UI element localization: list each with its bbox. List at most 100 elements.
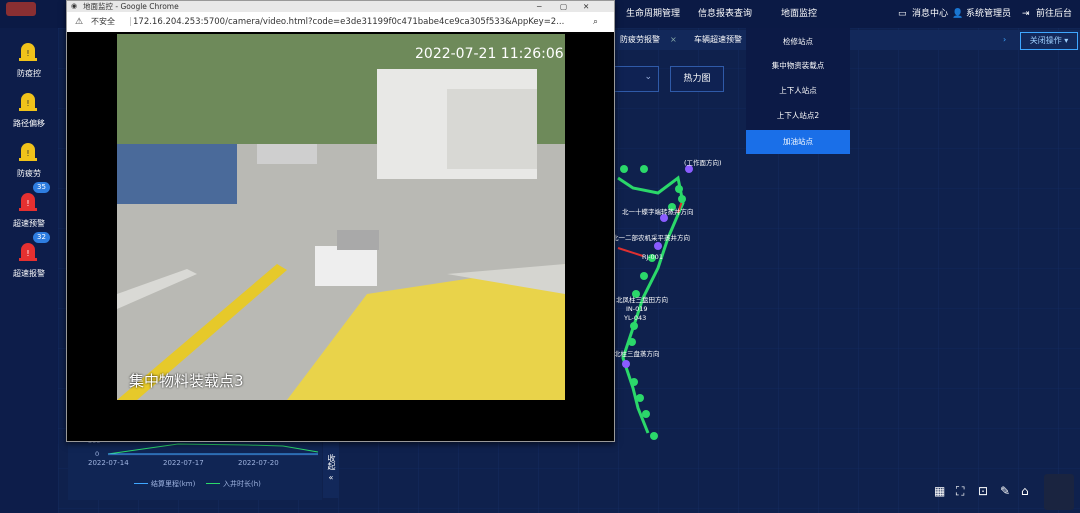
route-label: 北一十蝶字端转蒸井方向 <box>622 208 694 216</box>
sidebar-item-label: 防疲劳 <box>17 169 41 178</box>
message-center-link[interactable]: 消息中心 <box>912 0 948 28</box>
dropdown-item-repair-station[interactable]: 检修站点 <box>746 30 850 54</box>
alarm-light-icon: ! <box>19 193 37 211</box>
message-icon[interactable]: ▭ <box>898 0 907 28</box>
nav-ground-monitor[interactable]: 地面监控 <box>781 0 817 28</box>
ruler-icon[interactable]: ✎ <box>1000 484 1010 498</box>
url-text[interactable]: 172.16.204.253:5700/camera/video.html?co… <box>133 12 564 32</box>
fullscreen-icon[interactable]: ⛶ <box>956 484 964 499</box>
vehicle-marker[interactable] <box>654 242 662 250</box>
close-icon[interactable]: ✕ <box>583 1 589 12</box>
alarm-light-icon: ! <box>19 93 37 111</box>
dropdown-item-material-loading[interactable]: 集中物资装载点 <box>746 54 850 78</box>
route-label: IN-019 <box>626 305 648 313</box>
backend-link[interactable]: 前往后台 <box>1036 0 1072 28</box>
ground-monitor-dropdown: 检修站点 集中物资装载点 上下人站点 上下人站点2 加油站点 <box>746 28 850 154</box>
svg-text:!: ! <box>26 99 29 108</box>
route-label: 北柱三盘蒸方向 <box>614 350 660 358</box>
user-icon: 👤 <box>952 9 964 19</box>
frame-icon[interactable]: ⊡ <box>978 484 988 498</box>
divider: | <box>129 17 133 27</box>
route-marker[interactable] <box>620 165 628 173</box>
vehicle-marker[interactable] <box>622 360 630 368</box>
map-select[interactable]: ⌄ <box>613 66 659 92</box>
x-tick-label: 2022-07-14 <box>88 459 129 467</box>
route-label: (工作面方向) <box>684 159 722 167</box>
double-chevron-icon: « <box>328 473 334 482</box>
dropdown-item-boarding-station[interactable]: 上下人站点 <box>746 79 850 103</box>
tabs-scroll-icon[interactable]: › <box>1003 32 1006 48</box>
address-bar[interactable]: ⚠ 不安全 | 172.16.204.253:5700/camera/video… <box>67 12 614 33</box>
stats-chart-panel: 300 0 2022-07-14 2022-07-17 2022-07-20 结… <box>68 437 322 500</box>
alarm-light-icon: ! <box>19 43 37 61</box>
route-marker[interactable] <box>630 378 638 386</box>
route-marker[interactable] <box>675 185 683 193</box>
x-tick-label: 2022-07-20 <box>238 459 279 467</box>
admin-label[interactable]: 系统管理员 <box>966 0 1011 28</box>
exit-icon: ⇥ <box>1022 9 1030 19</box>
warning-icon: ⚠ <box>75 17 84 27</box>
sidebar-item-label: 超速预警 <box>13 219 45 228</box>
table-icon[interactable]: ▦ <box>934 484 945 498</box>
sidebar-item-label: 路径偏移 <box>13 119 45 128</box>
sidebar-item-epidemic[interactable]: ! 防疫控 <box>0 36 58 86</box>
chrome-icon: ◉ <box>71 2 78 10</box>
tab-fatigue-alarm[interactable]: 防疲劳报警 <box>620 32 660 48</box>
collapse-button[interactable]: 收起 « <box>323 440 339 498</box>
video-timestamp: 2022-07-21 11:26:06 <box>415 46 564 62</box>
window-title-bar: ◉ 地面监控 - Google Chrome ─ ▢ ✕ <box>67 1 614 12</box>
x-tick-label: 2022-07-17 <box>163 459 204 467</box>
close-ops-button[interactable]: 关闭操作 ▾ <box>1020 32 1078 50</box>
minimize-icon[interactable]: ─ <box>537 1 542 12</box>
camera-popup-window: ◉ 地面监控 - Google Chrome ─ ▢ ✕ ⚠ 不安全 | 172… <box>66 0 615 442</box>
sidebar-item-label: 超速报警 <box>13 269 45 278</box>
nav-reports[interactable]: 信息报表查询 <box>698 0 752 28</box>
route-marker[interactable] <box>640 165 648 173</box>
svg-text:!: ! <box>26 149 29 158</box>
legend-label: 入井时长(h) <box>223 480 261 488</box>
insecure-label: 不安全 <box>91 17 115 26</box>
route-label: YL-043 <box>624 314 647 322</box>
sidebar-item-route-deviation[interactable]: ! 路径偏移 <box>0 86 58 136</box>
heatmap-button[interactable]: 热力图 <box>670 66 724 92</box>
route-label: RJ-001 <box>642 253 663 261</box>
count-badge: 32 <box>33 232 50 243</box>
camera-feed[interactable]: 2022-07-21 11:26:06 集中物料装载点3 <box>117 34 565 400</box>
tab-speeding-warning[interactable]: 车辆超速预警 <box>694 32 742 48</box>
alarm-light-icon: ! <box>19 243 37 261</box>
sidebar-item-speed-warning[interactable]: ! 35 超速预警 <box>0 182 58 236</box>
video-caption: 集中物料装载点3 <box>129 372 244 390</box>
dropdown-item-boarding-station-2[interactable]: 上下人站点2 <box>746 104 850 128</box>
svg-text:!: ! <box>26 249 29 258</box>
search-icon[interactable]: ⌕ <box>593 12 598 32</box>
svg-text:!: ! <box>26 49 29 58</box>
route-marker[interactable] <box>630 322 638 330</box>
legend-swatch <box>134 483 148 484</box>
route-marker[interactable] <box>650 432 658 440</box>
route-marker[interactable] <box>628 338 636 346</box>
route-marker[interactable] <box>636 394 644 402</box>
logo-area <box>0 0 66 28</box>
alarm-sidebar: ! 防疫控 ! 路径偏移 ! 防疲劳 ! 35 超速预警 ! 32 超速报警 <box>0 28 58 513</box>
maximize-icon[interactable]: ▢ <box>560 1 567 12</box>
route-marker[interactable] <box>640 272 648 280</box>
tab-close-icon[interactable]: × <box>670 32 677 48</box>
toolbox-icon[interactable]: ⌂ <box>1021 484 1029 498</box>
sidebar-item-speed-alarm[interactable]: ! 32 超速报警 <box>0 232 58 286</box>
floating-widget[interactable] <box>1044 474 1074 510</box>
sidebar-item-fatigue[interactable]: ! 防疲劳 <box>0 136 58 186</box>
chevron-down-icon: ⌄ <box>644 72 652 82</box>
dropdown-item-fuel-station[interactable]: 加油站点 <box>746 130 850 154</box>
y-tick-label: 0 <box>95 450 100 458</box>
svg-text:!: ! <box>26 199 29 208</box>
nav-lifecycle[interactable]: 生命周期管理 <box>626 0 680 28</box>
video-area: 2022-07-21 11:26:06 集中物料装载点3 <box>67 32 614 441</box>
sidebar-item-label: 防疫控 <box>17 69 41 78</box>
series-line-hours <box>107 443 319 455</box>
legend-label: 结算里程(km) <box>151 480 196 488</box>
route-marker[interactable] <box>678 195 686 203</box>
close-ops-label: 关闭操作 <box>1029 36 1062 45</box>
route-marker[interactable] <box>642 410 650 418</box>
line-chart <box>107 443 319 456</box>
count-badge: 35 <box>33 182 50 193</box>
